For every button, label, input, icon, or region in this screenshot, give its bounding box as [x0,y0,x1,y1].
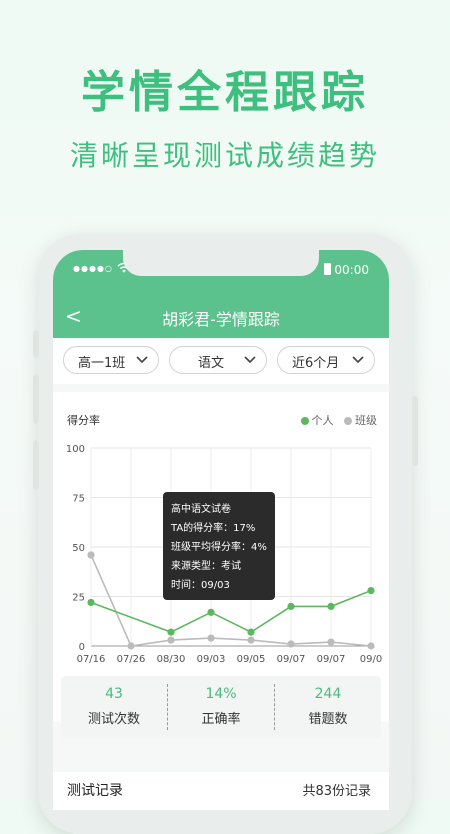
filter-bar: 高一1班 语文 近6个月 [53,338,389,384]
personal-series-point [287,602,295,610]
promo-headline: 学情全程跟踪 [81,67,369,118]
x-tick-label: 09/05 [237,654,266,665]
chevron-down-icon [352,351,364,373]
tooltip-line: 时间：09/03 [171,580,230,591]
personal-series-point [167,628,175,636]
stats-summary: 43 测试次数 14% 正确率 244 错题数 [61,676,381,738]
tooltip-line: 来源类型：考试 [171,561,241,572]
period-dropdown-label: 近6个月 [292,356,340,371]
stat-tests-label: 测试次数 [87,712,140,727]
phone-side-button [412,396,418,466]
phone-side-button [33,330,39,358]
personal-series-point [247,628,255,636]
class-dropdown[interactable]: 高一1班 [63,346,159,374]
class-series-point [287,640,295,648]
status-time: 00:00 [334,263,369,277]
x-tick-label: 09/07 [317,654,346,665]
subject-dropdown[interactable]: 语文 [169,346,267,374]
class-series-point [167,636,175,644]
status-bar: ●●●●○ 00:00 [53,250,389,294]
period-dropdown[interactable]: 近6个月 [277,346,375,374]
page-title: 胡彩君-学情跟踪 [162,310,280,329]
stat-wrong: 244 错题数 [275,676,381,738]
signal-icon: ●●●●○ [73,264,113,273]
x-tick-label: 08/30 [157,654,186,665]
records-title: 测试记录 [67,783,123,799]
stat-wrong-label: 错题数 [308,712,348,727]
class-series-point [207,634,215,642]
x-tick-label: 07/16 [77,654,106,665]
y-tick-label: 25 [72,593,85,604]
test-records-header[interactable]: 测试记录 共83份记录 [53,772,389,810]
stat-wrong-value: 244 [314,686,342,702]
class-dropdown-label: 高一1班 [78,356,126,371]
promo-subline: 清晰呈现测试成绩趋势 [69,139,380,172]
personal-series-point [367,586,375,595]
y-tick-label: 0 [79,642,85,653]
battery-icon [323,263,331,275]
stat-accuracy-label: 正确率 [201,712,241,727]
stat-accuracy: 14% 正确率 [168,676,274,738]
personal-series-point [327,602,335,610]
chart-tooltip: 高中语文试卷 TA的得分率：17% 班级平均得分率：4% 来源类型：考试 时间：… [163,492,275,600]
class-series-point [247,636,255,644]
class-series-point [87,551,95,559]
phone-side-button [33,374,39,424]
personal-series-point [87,598,95,607]
y-tick-label: 100 [66,444,85,455]
phone-notch [123,250,319,276]
records-count: 共83份记录 [302,784,371,799]
x-tick-label: 09/07 [277,654,306,665]
personal-series-point [207,608,215,616]
class-series-point [327,638,335,646]
tooltip-line: TA的得分率：17% [171,523,256,534]
class-series-point [127,642,135,650]
battery-status: 00:00 [323,263,369,277]
y-tick-label: 75 [72,494,85,505]
stat-tests: 43 测试次数 [61,676,167,738]
x-tick-label: 09/03 [197,654,226,665]
score-trend-card: 得分率 个人 班级 100 75 50 25 0 07/16 07/26 08/30 09/03… [53,392,389,738]
y-tick-label: 50 [72,543,85,554]
tooltip-line: 高中语文试卷 [171,504,231,515]
stat-accuracy-value: 14% [205,686,237,702]
x-tick-label: 09/0 [360,654,382,665]
stat-tests-value: 43 [105,686,123,702]
tooltip-line: 班级平均得分率：4% [171,542,267,553]
x-tick-label: 07/26 [117,654,146,665]
chevron-down-icon [244,351,256,373]
nav-bar: < 胡彩君-学情跟踪 [53,294,389,338]
subject-dropdown-label: 语文 [198,356,225,371]
chevron-down-icon [136,351,148,373]
phone-screen: ●●●●○ 00:00 < 胡彩君-学情跟踪 高一1班 语文 近6个月 得分率 … [53,250,389,810]
phone-side-button [33,440,39,490]
class-series-point [367,642,375,650]
